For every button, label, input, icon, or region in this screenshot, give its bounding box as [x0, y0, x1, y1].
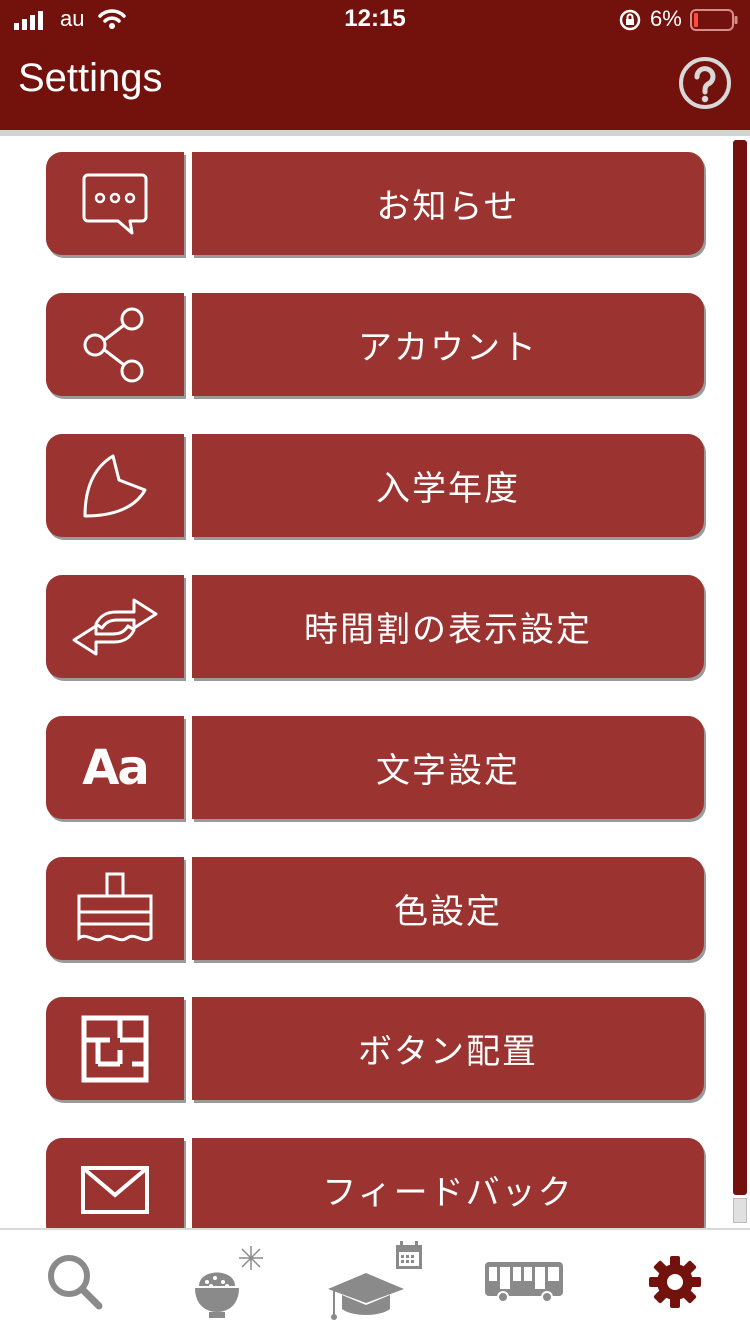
tab-food[interactable]: [150, 1230, 300, 1334]
scrollbar-end: [733, 1198, 747, 1223]
sparkle-icon: [239, 1246, 263, 1270]
bus-icon: [485, 1262, 563, 1303]
menu-icon-tile[interactable]: [46, 997, 184, 1100]
leaf-icon: [83, 454, 147, 517]
menu-row-timetable[interactable]: 時間割の表示設定: [46, 575, 704, 678]
tab-settings[interactable]: [600, 1230, 750, 1334]
menu-icon-tile[interactable]: [46, 1138, 184, 1228]
chat-bubble-icon: [82, 173, 148, 234]
menu-icon-tile[interactable]: [46, 575, 184, 678]
tab-search[interactable]: [0, 1230, 150, 1334]
menu-label-feedback[interactable]: フィードバック: [192, 1138, 704, 1228]
menu-icon-tile[interactable]: [46, 434, 184, 537]
graduation-cap-icon: [328, 1241, 422, 1320]
menu-row-feedback[interactable]: フィードバック: [46, 1138, 704, 1228]
scrollbar-thumb[interactable]: [733, 140, 747, 1195]
mail-icon: [81, 1165, 149, 1214]
menu-icon-tile[interactable]: [46, 857, 184, 960]
menu-icon-tile[interactable]: [46, 293, 184, 396]
search-icon: [48, 1255, 103, 1310]
menu-icon-tile[interactable]: Aa: [46, 716, 184, 819]
swap-arrows-icon: [72, 598, 158, 655]
gear-icon: [649, 1256, 701, 1308]
floor-plan-icon: [81, 1015, 149, 1082]
menu-row-layout[interactable]: ボタン配置: [46, 997, 704, 1100]
menu-label-color[interactable]: 色設定: [192, 857, 704, 960]
menu-label-enrollment[interactable]: 入学年度: [192, 434, 704, 537]
menu-label-notice[interactable]: お知らせ: [192, 152, 704, 255]
tab-bus[interactable]: [450, 1230, 600, 1334]
menu-row-notice[interactable]: お知らせ: [46, 152, 704, 255]
battery-icon: [690, 9, 738, 31]
menu-label-account[interactable]: アカウント: [192, 293, 704, 396]
tab-bar: [0, 1228, 750, 1334]
rice-bowl-icon: [195, 1246, 263, 1318]
menu-label-layout[interactable]: ボタン配置: [192, 997, 704, 1100]
menu-row-enrollment[interactable]: 入学年度: [46, 434, 704, 537]
menu-label-timetable[interactable]: 時間割の表示設定: [192, 575, 704, 678]
menu-row-font[interactable]: Aa 文字設定: [46, 716, 704, 819]
menu-icon-tile[interactable]: [46, 152, 184, 255]
menu-row-color[interactable]: 色設定: [46, 857, 704, 960]
battery-percent: 6%: [650, 6, 682, 31]
help-icon[interactable]: [678, 56, 732, 110]
font-size-icon: Aa: [82, 739, 150, 796]
menu-row-account[interactable]: アカウント: [46, 293, 704, 396]
orientation-lock-icon: [619, 9, 641, 31]
menu-label-font[interactable]: 文字設定: [192, 716, 704, 819]
status-bar: au 12:15 6%: [0, 0, 750, 40]
page-title: Settings: [18, 56, 163, 100]
calendar-icon: [396, 1241, 422, 1269]
paint-brush-icon: [77, 872, 153, 941]
share-icon: [83, 307, 144, 382]
tab-school[interactable]: [300, 1230, 450, 1334]
settings-list[interactable]: お知らせ アカウント 入学年度 時間割の表示設定 Aa 文字設定 色設定 ボタン…: [0, 136, 750, 1228]
